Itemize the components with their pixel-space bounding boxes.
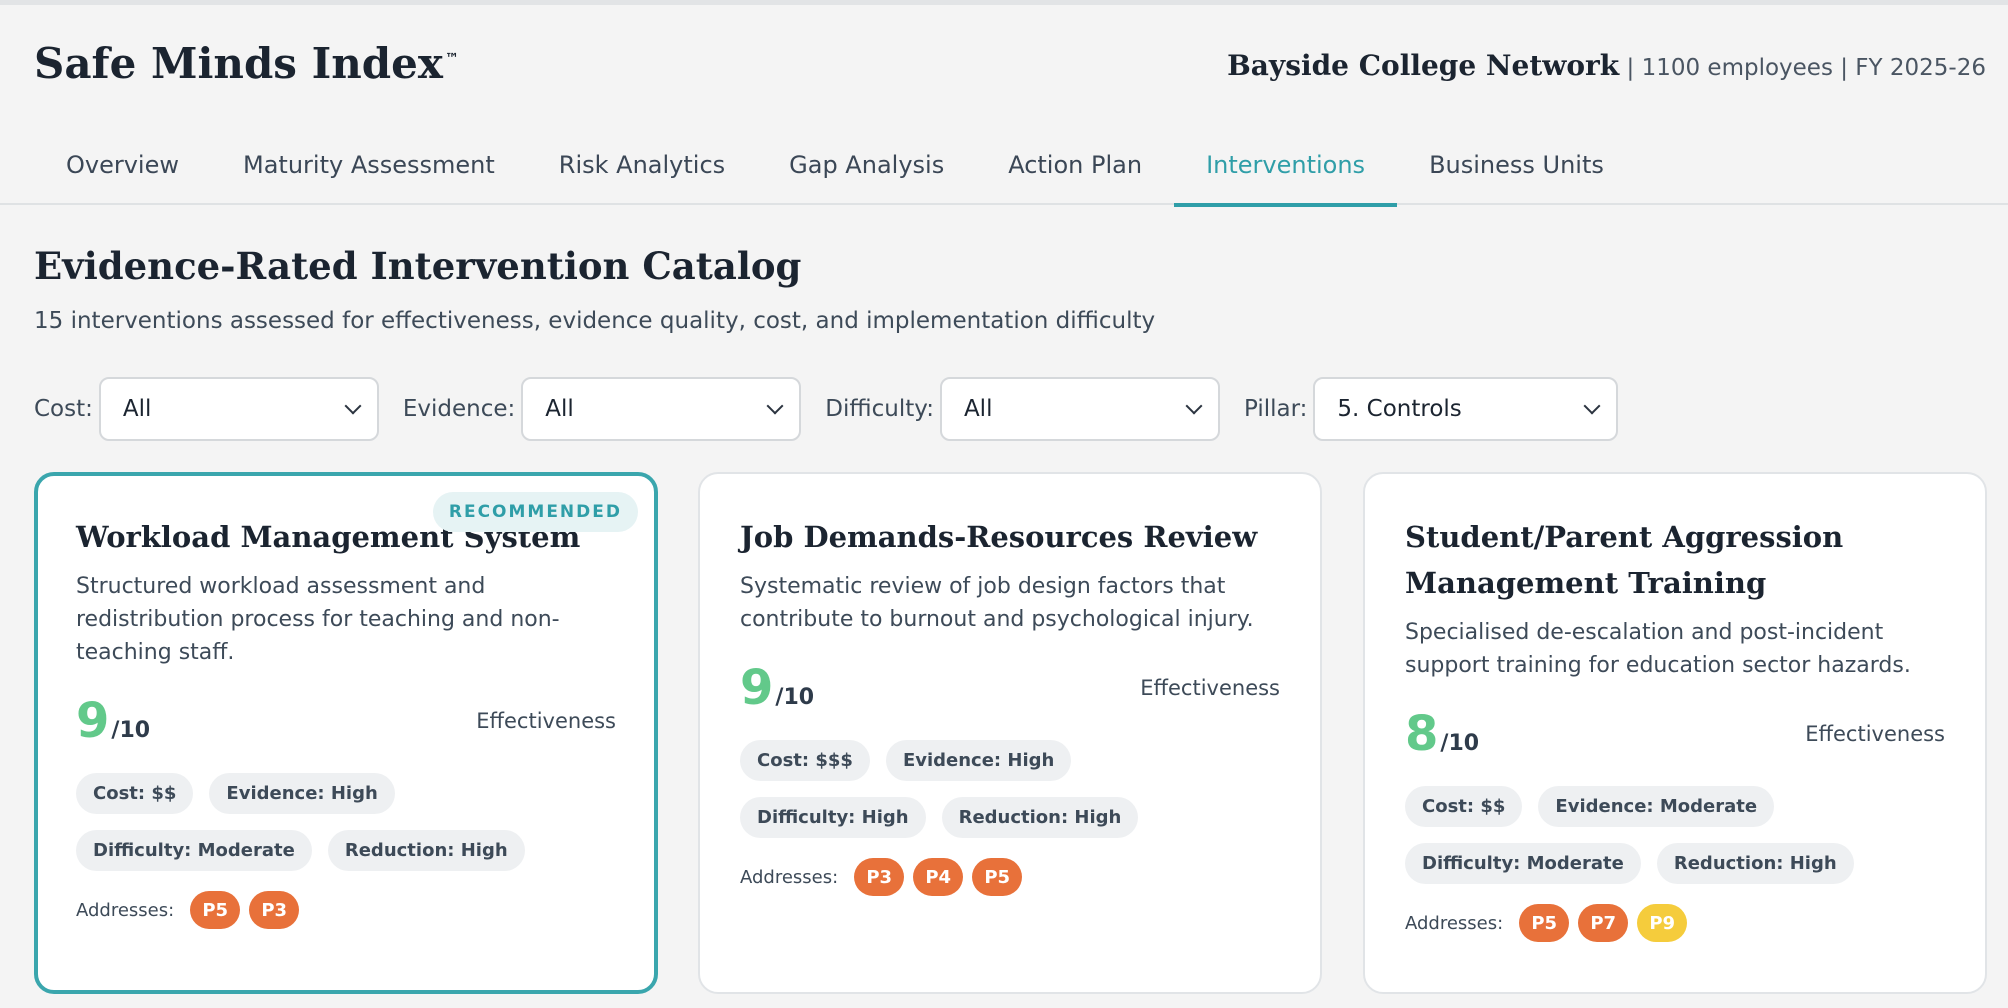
intervention-card[interactable]: Job Demands-Resources Review Systematic …	[698, 472, 1322, 994]
evidence-filter-label: Evidence:	[402, 396, 516, 422]
brand-logo[interactable]: Safe Minds Index ™	[34, 39, 459, 88]
difficulty-select[interactable]: All	[939, 377, 1220, 441]
recommended-badge: RECOMMENDED	[432, 492, 638, 532]
intervention-card[interactable]: Student/Parent Aggression Management Tra…	[1363, 472, 1987, 994]
pillar-chip[interactable]: P9	[1637, 904, 1688, 942]
addresses-label: Addresses:	[76, 899, 175, 921]
main-tabs: Overview Maturity Assessment Risk Analyt…	[34, 125, 1636, 207]
card-title: Student/Parent Aggression Management Tra…	[1405, 520, 1844, 600]
effectiveness-score: 9/10	[76, 697, 150, 745]
page-subtitle: 15 interventions assessed for effectiven…	[34, 308, 1156, 334]
pillar-chip[interactable]: P5	[1519, 904, 1570, 942]
pillar-select[interactable]: 5. Controls	[1313, 377, 1619, 441]
effectiveness-score: 9/10	[740, 664, 814, 712]
reduction-pill: Reduction: High	[941, 797, 1139, 838]
score-value: 8	[1405, 706, 1439, 762]
addresses-label: Addresses:	[740, 866, 839, 888]
trademark-symbol: ™	[444, 51, 459, 67]
evidence-filter: Evidence: All	[402, 377, 802, 441]
tab-gap-analysis[interactable]: Gap Analysis	[757, 125, 976, 205]
tab-maturity-assessment[interactable]: Maturity Assessment	[211, 125, 527, 205]
difficulty-pill: Difficulty: High	[740, 797, 926, 838]
effectiveness-label: Effectiveness	[1140, 676, 1280, 700]
chevron-down-icon	[344, 397, 362, 415]
tab-action-plan[interactable]: Action Plan	[976, 125, 1174, 205]
pillar-chip[interactable]: P7	[1578, 904, 1629, 942]
evidence-pill: Evidence: Moderate	[1538, 786, 1775, 827]
org-meta: | 1100 employees | FY 2025-26	[1619, 55, 1987, 81]
cost-filter-label: Cost:	[34, 396, 93, 422]
pillar-chip[interactable]: P5	[190, 891, 241, 929]
evidence-select[interactable]: All	[521, 377, 802, 441]
cost-filter: Cost: All	[34, 377, 379, 441]
org-info: Bayside College Network | 1100 employees…	[1227, 49, 1986, 82]
difficulty-pill: Difficulty: Moderate	[76, 830, 312, 871]
score-value: 9	[76, 693, 110, 749]
attribute-pills: Cost: $$$ Evidence: High Difficulty: Hig…	[740, 740, 1280, 854]
pillar-chip[interactable]: P5	[972, 858, 1023, 896]
attribute-pills: Cost: $$ Evidence: High Difficulty: Mode…	[76, 773, 616, 887]
cost-pill: Cost: $$$	[740, 740, 870, 781]
difficulty-filter-label: Difficulty:	[825, 396, 934, 422]
pillar-chip[interactable]: P4	[913, 858, 964, 896]
effectiveness-row: 8/10 Effectiveness	[1405, 710, 1945, 758]
difficulty-pill: Difficulty: Moderate	[1405, 843, 1641, 884]
cost-pill: Cost: $$	[76, 773, 194, 814]
tab-overview[interactable]: Overview	[34, 125, 211, 205]
chevron-down-icon	[766, 397, 784, 415]
effectiveness-score: 8/10	[1405, 710, 1479, 758]
brand-name: Safe Minds Index	[34, 39, 443, 88]
pillar-filter: Pillar: 5. Controls	[1243, 377, 1619, 441]
evidence-pill: Evidence: High	[885, 740, 1072, 781]
reduction-pill: Reduction: High	[1656, 843, 1854, 884]
card-description: Systematic review of job design factors …	[740, 574, 1254, 632]
difficulty-select-value: All	[963, 396, 993, 422]
card-title: Job Demands-Resources Review	[740, 520, 1258, 554]
difficulty-filter: Difficulty: All	[825, 377, 1220, 441]
card-description: Structured workload assessment and redis…	[76, 574, 560, 665]
cost-select[interactable]: All	[98, 377, 379, 441]
addresses-row: Addresses: P3 P4 P5	[740, 858, 1280, 896]
reduction-pill: Reduction: High	[327, 830, 525, 871]
addresses-row: Addresses: P5 P3	[76, 891, 616, 929]
cost-select-value: All	[122, 396, 152, 422]
pillar-chip[interactable]: P3	[854, 858, 905, 896]
score-value: 9	[740, 660, 774, 716]
filter-bar: Cost: All Evidence: All Difficulty: All …	[34, 377, 1642, 441]
evidence-pill: Evidence: High	[209, 773, 395, 814]
tab-risk-analytics[interactable]: Risk Analytics	[527, 125, 757, 205]
attribute-pills: Cost: $$ Evidence: Moderate Difficulty: …	[1405, 786, 1945, 900]
effectiveness-label: Effectiveness	[476, 709, 616, 733]
intervention-card[interactable]: RECOMMENDED Workload Management System S…	[34, 472, 658, 994]
effectiveness-row: 9/10 Effectiveness	[76, 697, 616, 745]
tab-interventions[interactable]: Interventions	[1174, 125, 1398, 207]
evidence-select-value: All	[545, 396, 574, 422]
effectiveness-label: Effectiveness	[1805, 722, 1945, 746]
pillar-select-value: 5. Controls	[1337, 396, 1462, 422]
page-title: Evidence-Rated Intervention Catalog	[34, 244, 802, 288]
score-max: /10	[775, 685, 815, 710]
effectiveness-row: 9/10 Effectiveness	[740, 664, 1280, 712]
addresses-row: Addresses: P5 P7 P9	[1405, 904, 1945, 942]
app-header: Safe Minds Index ™ Bayside College Networ…	[0, 5, 2008, 207]
score-max: /10	[111, 718, 151, 743]
chevron-down-icon	[1185, 397, 1203, 415]
score-max: /10	[1440, 731, 1480, 756]
org-name: Bayside College Network	[1227, 49, 1620, 82]
addresses-label: Addresses:	[1405, 912, 1504, 934]
pillar-filter-label: Pillar:	[1243, 396, 1308, 422]
chevron-down-icon	[1583, 397, 1601, 415]
tab-business-units[interactable]: Business Units	[1397, 125, 1636, 205]
pillar-chip[interactable]: P3	[249, 891, 300, 929]
card-description: Specialised de-escalation and post-incid…	[1405, 620, 1911, 678]
cost-pill: Cost: $$	[1405, 786, 1523, 827]
